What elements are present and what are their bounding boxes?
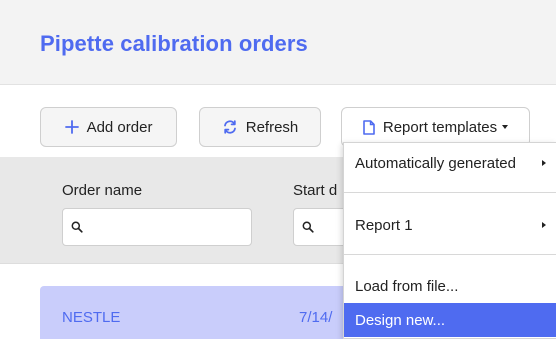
column-header-order-name[interactable]: Order name <box>62 182 142 199</box>
order-name-cell: NESTLE <box>62 309 121 326</box>
menu-item-design-new[interactable]: Design new... <box>344 303 556 337</box>
menu-item-load-from-file[interactable]: Load from file... <box>344 268 556 304</box>
refresh-button[interactable]: Refresh <box>199 107 321 147</box>
menu-item-label: Report 1 <box>355 216 413 234</box>
menu-item-label: Design new... <box>355 311 446 329</box>
menu-divider <box>344 254 556 255</box>
menu-divider <box>344 192 556 193</box>
report-templates-label: Report templates <box>382 118 498 136</box>
chevron-right-icon <box>542 160 546 166</box>
chevron-down-icon <box>502 125 509 129</box>
chevron-right-icon <box>542 222 546 228</box>
search-icon <box>302 220 314 238</box>
document-icon <box>363 119 375 135</box>
refresh-label: Refresh <box>245 118 299 136</box>
start-date-cell: 7/14/ <box>299 309 333 326</box>
add-order-button[interactable]: Add order <box>40 107 177 147</box>
plus-icon <box>64 120 79 134</box>
menu-item-automatically-generated[interactable]: Automatically generated <box>344 145 556 181</box>
menu-item-label: Load from file... <box>355 277 459 295</box>
page-title: Pipette calibration orders <box>40 31 308 56</box>
search-icon <box>71 220 83 238</box>
column-header-start-date[interactable]: Start d <box>293 182 337 199</box>
order-name-filter-input[interactable] <box>62 208 252 246</box>
add-order-label: Add order <box>86 118 153 136</box>
report-templates-menu: Automatically generated Report 1 Load fr… <box>343 142 556 339</box>
report-templates-button[interactable]: Report templates <box>341 107 530 147</box>
refresh-icon <box>222 119 238 135</box>
menu-item-label: Automatically generated <box>355 154 516 172</box>
page: Pipette calibration orders Add order Ref… <box>0 0 556 339</box>
title-bar: Pipette calibration orders <box>0 0 556 85</box>
menu-item-report-1[interactable]: Report 1 <box>344 207 556 243</box>
